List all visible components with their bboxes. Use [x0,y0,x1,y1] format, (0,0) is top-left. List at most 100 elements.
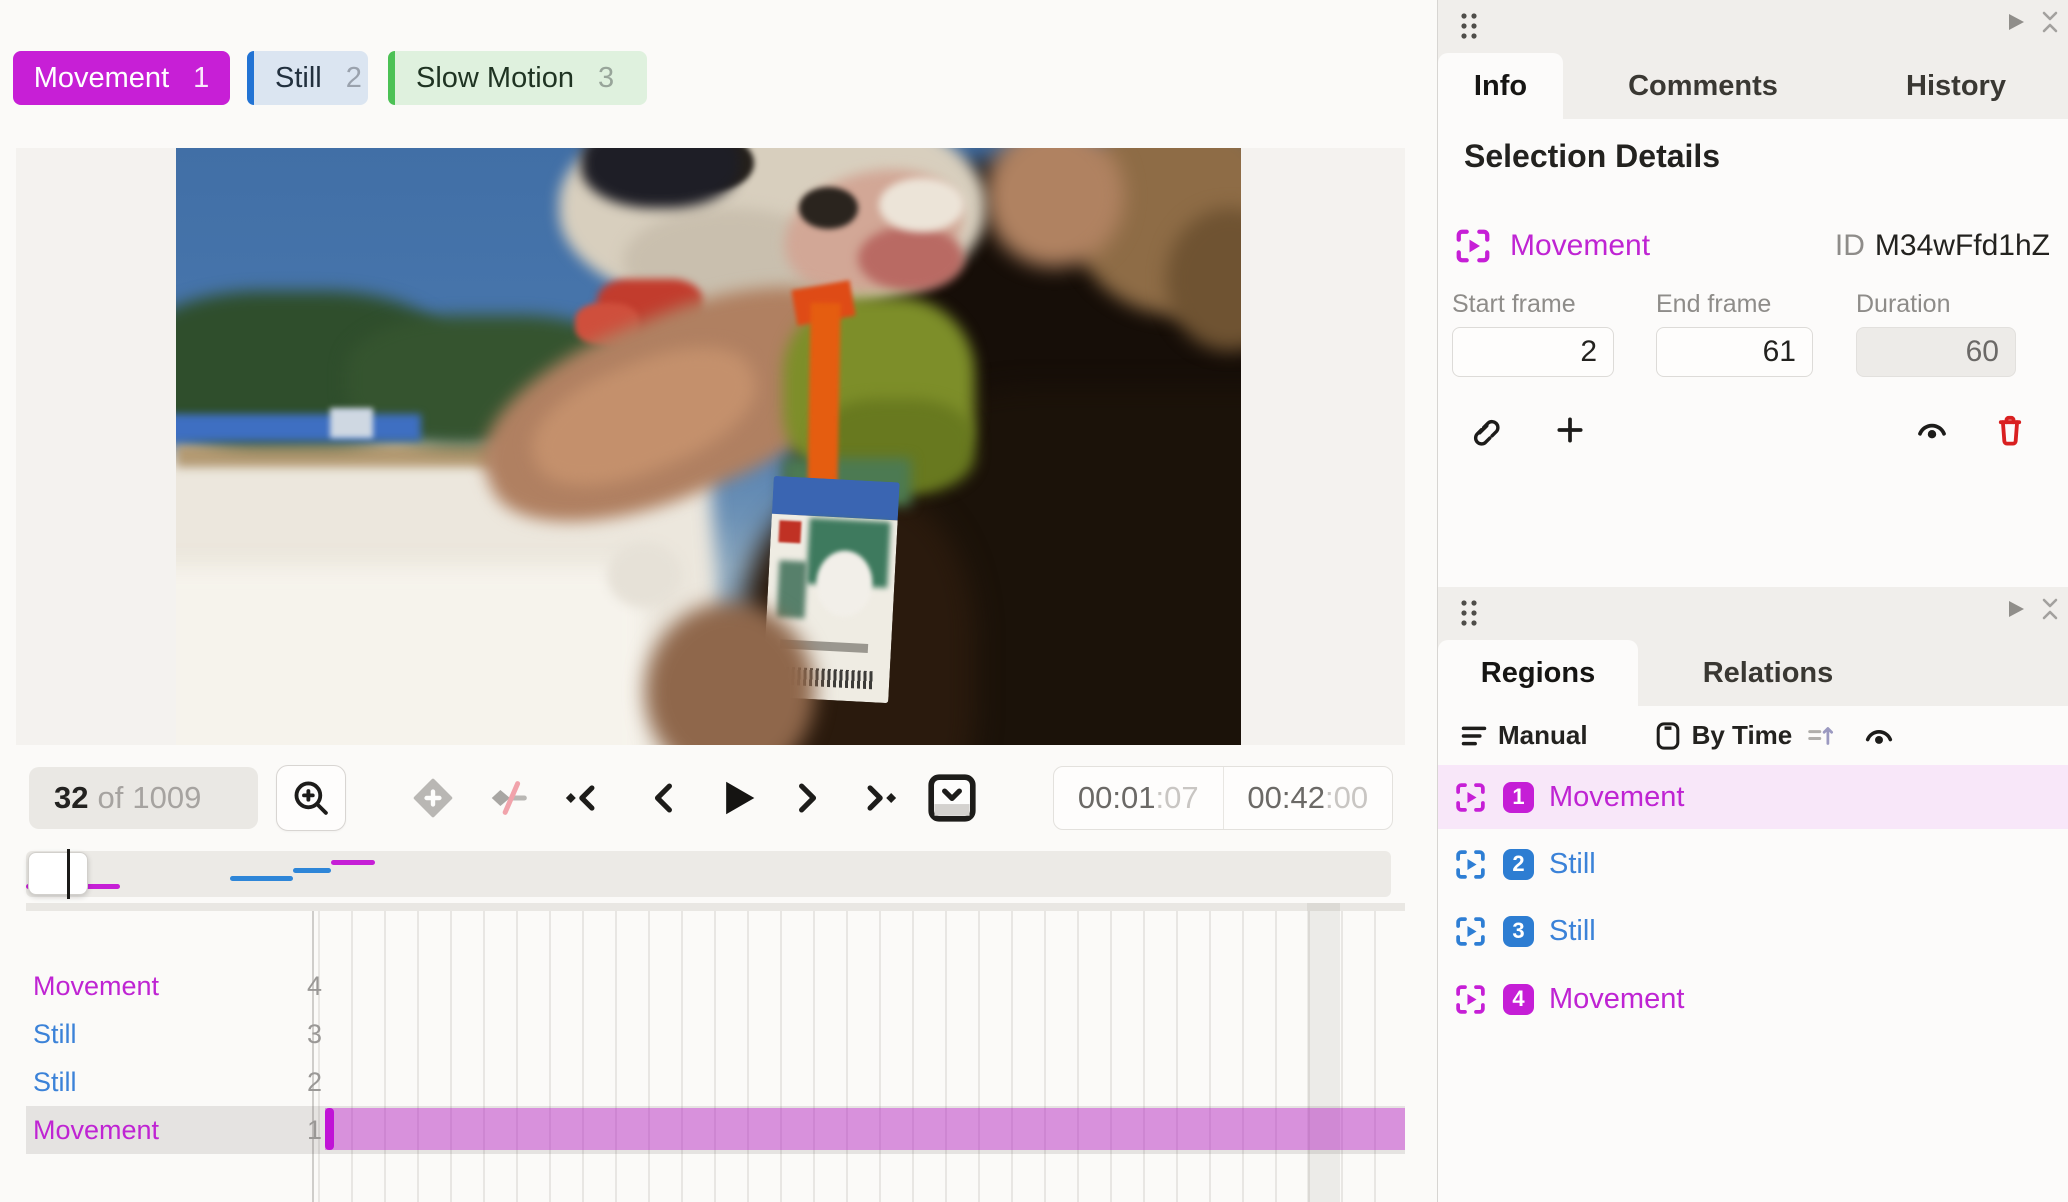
panel-collapse-icon[interactable] [2039,6,2061,38]
region-list-item-2[interactable]: 2 Still [1438,832,2068,896]
video-scene-shape [799,186,858,229]
timeline-zoom-button[interactable] [276,765,346,831]
drag-handle-icon[interactable] [1457,9,1483,43]
start-frame-label: Start frame [1452,290,1576,318]
next-frame-button[interactable] [783,773,833,823]
total-time-main: 00:42 [1247,780,1325,815]
end-frame-input[interactable]: 61 [1656,327,1813,377]
track-number: 3 [306,1018,322,1049]
start-frame-field: Start frame 2 [1452,290,1614,377]
start-frame-input[interactable]: 2 [1452,327,1614,377]
region-bar-movement-1[interactable] [325,1108,1405,1150]
video-labeling-app: Movement 1 Still 2 Slow Motion 3 32 of 1… [0,0,2068,1202]
region-list-item-1[interactable]: 1 Movement [1438,765,2068,829]
video-stage [16,148,1405,745]
prev-frame-button[interactable] [638,773,688,823]
id-value: M34wFfd1hZ [1874,229,2050,262]
sort-by-time-button[interactable]: By Time [1654,720,1792,751]
track-label: Movement [33,970,160,1001]
minimap-region-still-2 [230,876,293,881]
minimap-viewport-window[interactable] [28,852,88,895]
panel-detach-icon[interactable] [2005,597,2027,621]
regions-panel-header [1438,587,2068,640]
chevron-right-icon [786,776,830,820]
minimap-region-movement-4 [331,860,375,865]
group-manual-button[interactable]: Manual [1460,720,1588,751]
selection-details-heading: Selection Details [1464,138,1721,174]
sort-ascending-icon[interactable] [1806,721,1836,751]
end-frame-value: 61 [1762,335,1796,368]
label-color-bar [247,51,254,105]
label-chip-hotkey: 3 [597,61,615,94]
link-button[interactable] [1460,406,1508,454]
tab-info[interactable]: Info [1438,53,1563,119]
region-item-label: Movement [1549,780,1685,813]
timeline-collapse-button[interactable] [924,770,980,826]
region-list-item-3[interactable]: 3 Still [1438,899,2068,963]
chevron-left-icon [641,776,685,820]
minimap-region-still-3 [293,868,331,873]
region-visibility-eye-icon[interactable] [1908,406,1956,454]
region-id: ID M34wFfd1hZ [1835,224,2050,268]
current-time[interactable]: 00:01 :07 [1054,767,1223,829]
track-row-still-2[interactable]: Still 2 [26,1058,1405,1106]
tab-regions[interactable]: Regions [1438,640,1638,706]
video-frame[interactable] [176,148,1241,745]
start-frame-value: 2 [1580,335,1597,368]
add-keypoint-button[interactable] [408,773,458,823]
region-start-keypoint[interactable] [325,1108,334,1150]
right-sidebar: Info Comments History Selection Details [1437,0,2068,1202]
drag-handle-icon[interactable] [1457,596,1483,630]
tab-history[interactable]: History [1843,53,2068,119]
duration-field: Duration 60 [1856,290,2016,377]
track-number: 4 [306,970,322,1001]
all-regions-visibility-eye-icon[interactable] [1862,719,1896,753]
label-chip-hotkey: 1 [193,61,210,94]
label-chip-text: Still [275,61,322,94]
timeline-scroll-track [26,903,1405,911]
prev-keypoint-icon [558,776,602,820]
minimap-playhead[interactable] [67,849,70,899]
region-list-item-4[interactable]: 4 Movement [1438,967,2068,1031]
regions-panel: Regions Relations Manual By Time 1 Movem… [1438,587,2068,1202]
end-frame-label: End frame [1656,290,1772,318]
selected-region-label: Movement [1510,229,1651,262]
label-color-bar [388,51,395,105]
current-frame: 32 [54,780,89,815]
label-chip-slow-motion[interactable]: Slow Motion 3 [388,51,647,105]
delete-region-trash-icon[interactable] [1986,406,2034,454]
group-manual-label: Manual [1498,720,1588,750]
tab-comments[interactable]: Comments [1563,53,1843,119]
info-panel-header [1438,0,2068,53]
frame-counter[interactable]: 32 of 1009 [29,767,258,829]
panel-collapse-icon[interactable] [2039,593,2061,625]
timeline-minimap[interactable] [26,849,1391,899]
prev-keypoint-button[interactable] [555,773,605,823]
track-row-movement-4[interactable]: Movement 4 [26,962,1405,1010]
track-label: Still [33,1018,77,1049]
panel-detach-icon[interactable] [2005,10,2027,34]
track-row-still-3[interactable]: Still 3 [26,1010,1405,1058]
video-scene-shape [176,565,645,745]
tab-relations[interactable]: Relations [1638,640,1898,706]
track-number: 1 [306,1114,322,1145]
manual-order-icon [1460,722,1488,750]
play-button[interactable] [712,773,762,823]
video-scene-shape [776,560,808,620]
video-scene-shape [176,443,496,468]
label-chip-movement[interactable]: Movement 1 [13,51,230,105]
magnifier-plus-icon [290,777,332,819]
next-keypoint-button[interactable] [857,773,907,823]
tab-regions-label: Regions [1480,656,1596,689]
toggle-interpolation-button[interactable] [484,773,534,823]
video-scene-shape [778,520,802,544]
total-time: 00:42 :00 [1222,767,1393,829]
timeline: Movement 4 Still 3 Still 2 Movement 1 [0,903,1437,1202]
selected-region-summary: Movement ID M34wFfd1hZ [1454,224,2054,268]
label-chip-still[interactable]: Still 2 [247,51,368,105]
video-scene-shape [607,542,682,608]
video-region-icon [1454,227,1492,265]
video-scene-shape [857,225,965,292]
add-relation-button[interactable] [1546,406,1594,454]
duration-label: Duration [1856,290,1951,318]
